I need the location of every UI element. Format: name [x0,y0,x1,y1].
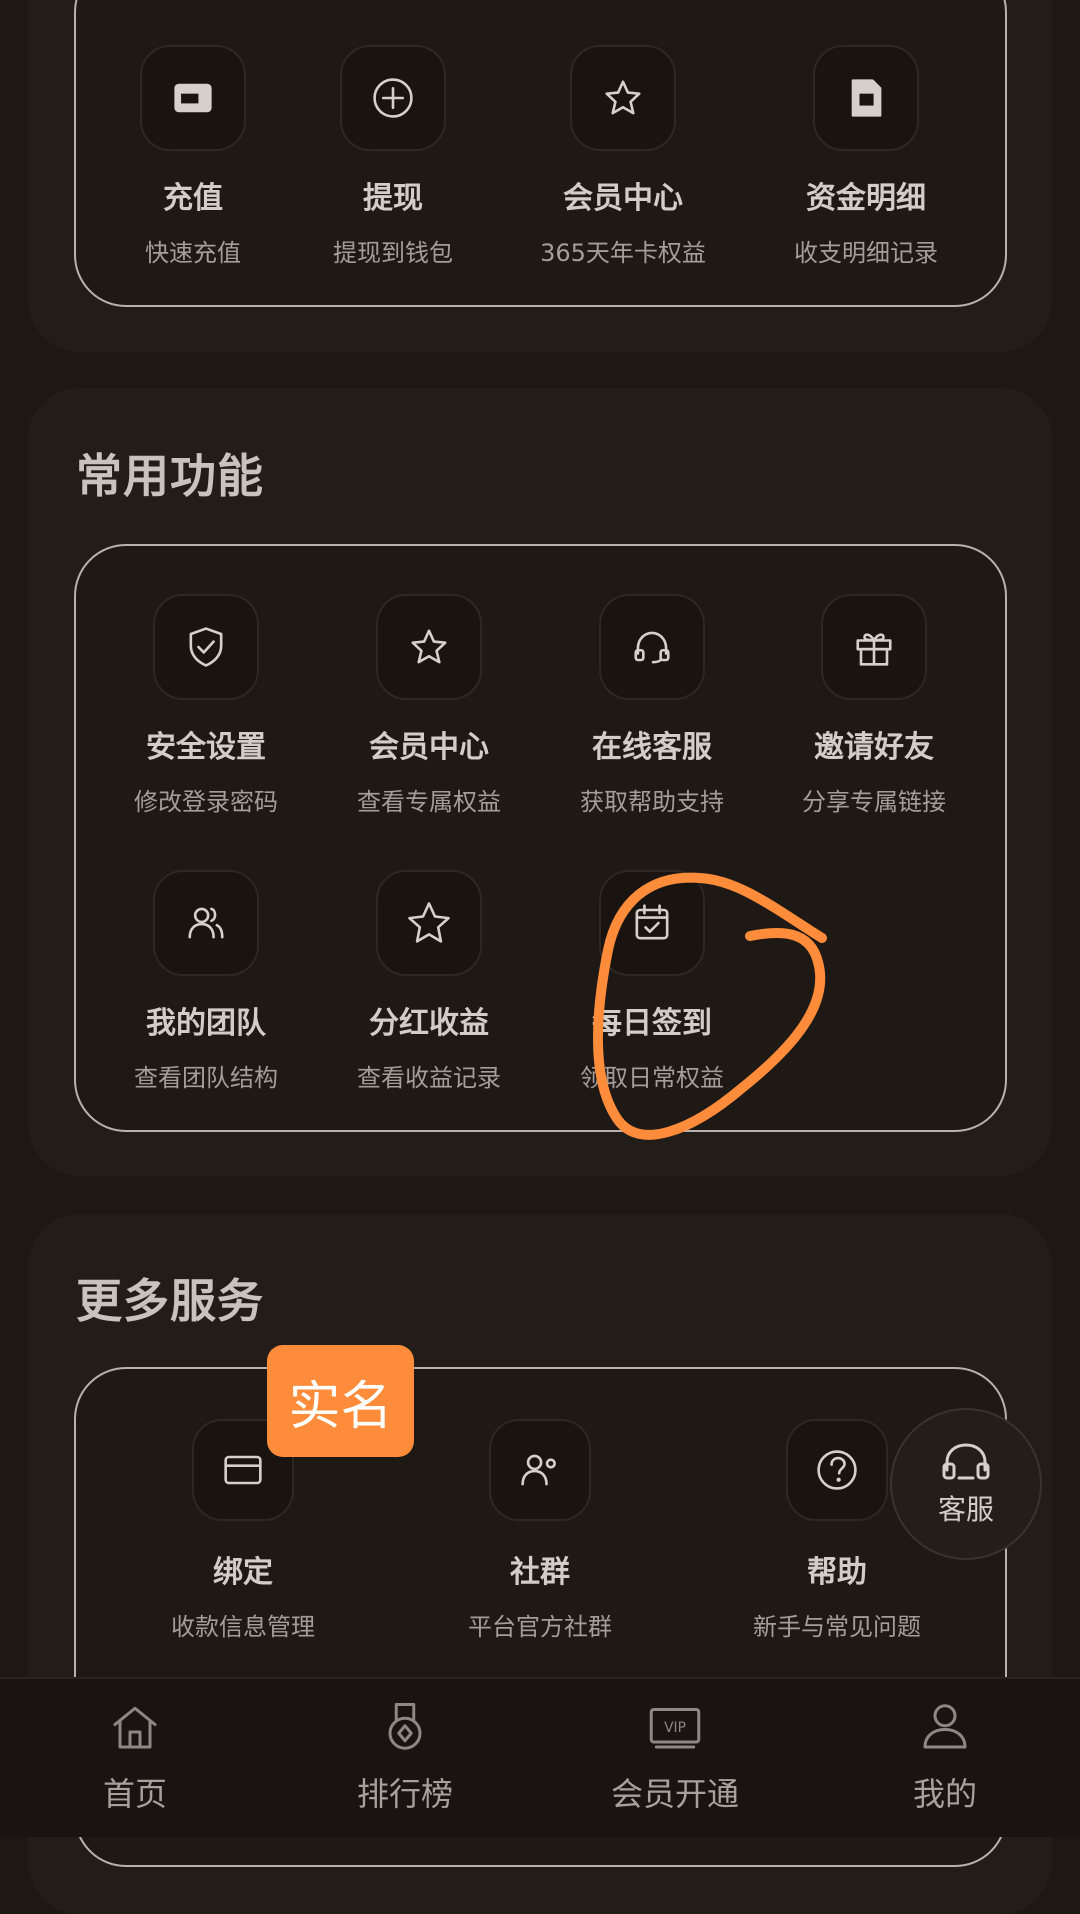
tab-mine[interactable]: 我的 [845,1697,1045,1815]
member-center-tile[interactable]: 会员中心 365天年卡权益 [513,45,733,268]
my-team-tile[interactable]: 我的团队 查看团队结构 [96,870,316,1093]
home-icon [113,1706,157,1749]
tile-subtitle: 修改登录密码 [134,788,278,816]
tile-subtitle: 平台官方社群 [468,1613,612,1641]
calendar-check-icon [599,870,705,976]
tile-subtitle: 领取日常权益 [580,1064,724,1092]
medal-icon [388,1703,422,1750]
wallet-card-icon [140,45,246,151]
headset-icon [599,594,705,700]
tile-subtitle: 快速充值 [145,239,241,267]
floating-service-button[interactable]: 客服 [890,1408,1042,1560]
star-outline-icon [376,870,482,976]
tile-label: 我的团队 [146,1006,266,1041]
tile-label: 每日签到 [592,1006,712,1041]
tile-subtitle: 提现到钱包 [333,239,453,267]
plus-circle-icon [340,45,446,151]
star-icon [376,594,482,700]
tab-label: 首页 [102,1775,167,1813]
fund-details-tile[interactable]: 资金明细 收支明细记录 [756,45,976,268]
tab-label: 排行榜 [356,1775,453,1813]
bottom-tab-bar: 首页 排行榜 VIP 会员开通 我的 [0,1677,1080,1837]
tile-subtitle: 新手与常见问题 [753,1613,921,1641]
withdraw-tile[interactable]: 提现 提现到钱包 [283,45,503,268]
tile-subtitle: 365天年卡权益 [540,239,706,267]
recharge-tile[interactable]: 充值 快速充值 [83,45,303,268]
gift-icon [821,594,927,700]
invite-friends-tile[interactable]: 邀请好友 分享专属链接 [764,594,984,817]
help-circle-icon [786,1419,888,1521]
tile-subtitle: 查看团队结构 [134,1064,278,1092]
tab-vip[interactable]: VIP 会员开通 [575,1697,775,1815]
tile-label: 充值 [163,181,223,216]
community-tile[interactable]: 社群 平台官方社群 [430,1419,650,1642]
real-name-badge[interactable]: 实名 [267,1345,414,1457]
tile-label: 帮助 [807,1555,867,1590]
tile-subtitle: 查看收益记录 [357,1064,501,1092]
online-service-tile[interactable]: 在线客服 获取帮助支持 [542,594,762,817]
security-settings-tile[interactable]: 安全设置 修改登录密码 [96,594,316,817]
dividend-earnings-tile[interactable]: 分红收益 查看收益记录 [319,870,539,1093]
document-icon [813,45,919,151]
shield-check-icon [153,594,259,700]
section-title-common: 常用功能 [76,449,264,503]
tile-label: 会员中心 [369,730,489,765]
tile-subtitle: 收款信息管理 [171,1613,315,1641]
tab-ranking[interactable]: 排行榜 [305,1697,505,1815]
section-title-more: 更多服务 [76,1274,264,1328]
tile-label: 社群 [510,1555,570,1590]
tile-subtitle: 获取帮助支持 [580,788,724,816]
vip-icon: VIP [649,1708,701,1749]
tile-subtitle: 查看专属权益 [357,788,501,816]
team-icon [153,870,259,976]
star-icon [570,45,676,151]
daily-checkin-tile[interactable]: 每日签到 领取日常权益 [542,870,762,1093]
user-icon [923,1704,967,1749]
tile-label: 分红收益 [369,1006,489,1041]
tile-label: 资金明细 [806,181,926,216]
group-icon [489,1419,591,1521]
member-center-tile[interactable]: 会员中心 查看专属权益 [319,594,539,817]
headset-icon [942,1443,990,1480]
tile-label: 在线客服 [592,730,712,765]
tile-subtitle: 分享专属链接 [802,788,946,816]
tile-subtitle: 收支明细记录 [794,239,938,267]
tile-label: 会员中心 [563,181,683,216]
tab-label: 会员开通 [610,1775,739,1813]
tile-label: 绑定 [213,1555,273,1590]
tab-home[interactable]: 首页 [35,1697,235,1815]
tile-label: 安全设置 [146,730,266,765]
tile-label: 提现 [363,181,423,216]
floating-service-label: 客服 [937,1493,994,1526]
tile-label: 邀请好友 [814,730,934,765]
tab-label: 我的 [912,1775,977,1813]
svg-text:VIP: VIP [664,1720,686,1736]
